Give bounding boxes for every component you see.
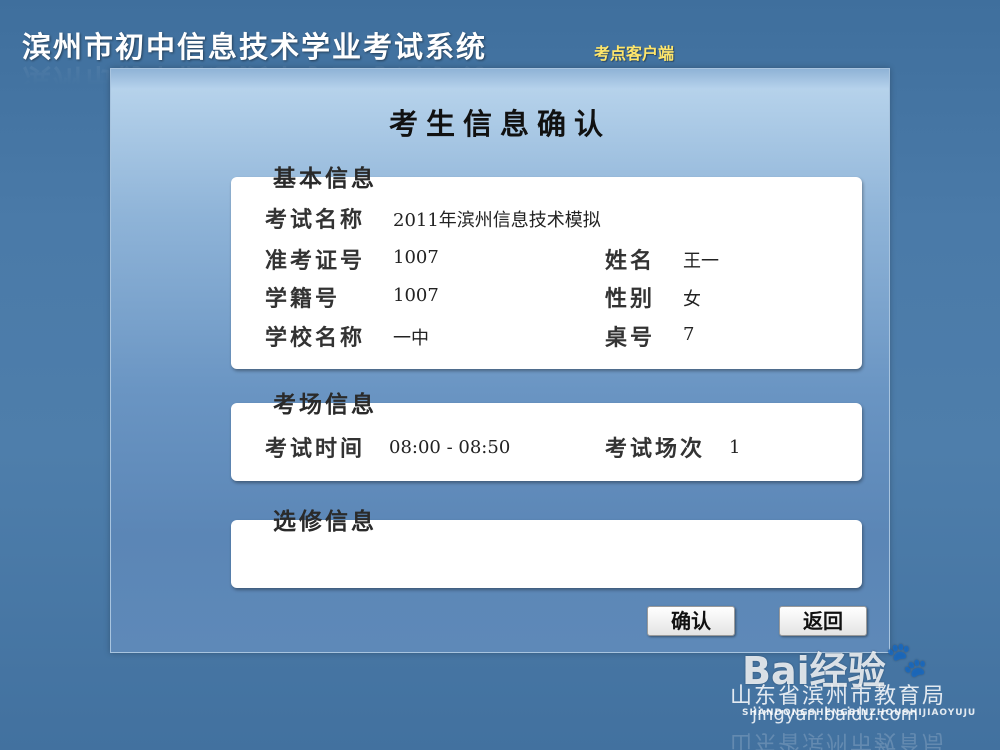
student-no-value: 1007	[393, 285, 439, 306]
desk-label: 桌号	[605, 326, 656, 351]
paw-icon: 🐾	[885, 640, 928, 680]
basic-info-label: 基本信息	[273, 166, 377, 192]
gender-label: 性别	[605, 287, 656, 312]
name-value: 王一	[683, 251, 719, 272]
bureau-watermark-reflection: 山东省滨州市教育局	[730, 729, 947, 750]
name-label: 姓名	[605, 249, 656, 274]
exam-time-label: 考试时间	[265, 437, 366, 462]
exam-name-value: 2011年滨州信息技术模拟	[393, 210, 601, 231]
elective-info-label: 选修信息	[273, 509, 377, 535]
watermark-logo-text: Bai经验	[742, 649, 886, 693]
baidu-jingyan-logo: Bai经验🐾	[742, 640, 928, 695]
exam-session-value: 1	[729, 437, 741, 458]
gender-value: 女	[683, 289, 701, 310]
student-no-label: 学籍号	[265, 287, 341, 312]
ticket-no-label: 准考证号	[265, 249, 366, 274]
desk-value: 7	[683, 324, 695, 345]
watermark: 山东省滨州市教育局 Bai经验🐾 SHANDONGSHENGBINZHOUSHI…	[700, 640, 1000, 750]
exam-room-info-label: 考场信息	[273, 392, 377, 418]
panel-top-bar	[111, 69, 889, 89]
confirm-button[interactable]: 确认	[647, 606, 735, 636]
ticket-no-value: 1007	[393, 247, 439, 268]
confirm-panel: 考生信息确认 基本信息 考试名称 2011年滨州信息技术模拟 准考证号 1007…	[110, 68, 890, 653]
back-button[interactable]: 返回	[779, 606, 867, 636]
exam-name-label: 考试名称	[265, 208, 366, 233]
school-label: 学校名称	[265, 326, 366, 351]
exam-session-label: 考试场次	[605, 437, 706, 462]
watermark-url: jingyan.baidu.com	[752, 704, 919, 725]
school-value: 一中	[393, 328, 429, 349]
exam-time-value: 08:00 - 08:50	[389, 437, 511, 458]
dialog-title: 考生信息确认	[388, 107, 611, 141]
app-subtitle: 考点客户端	[594, 44, 675, 63]
